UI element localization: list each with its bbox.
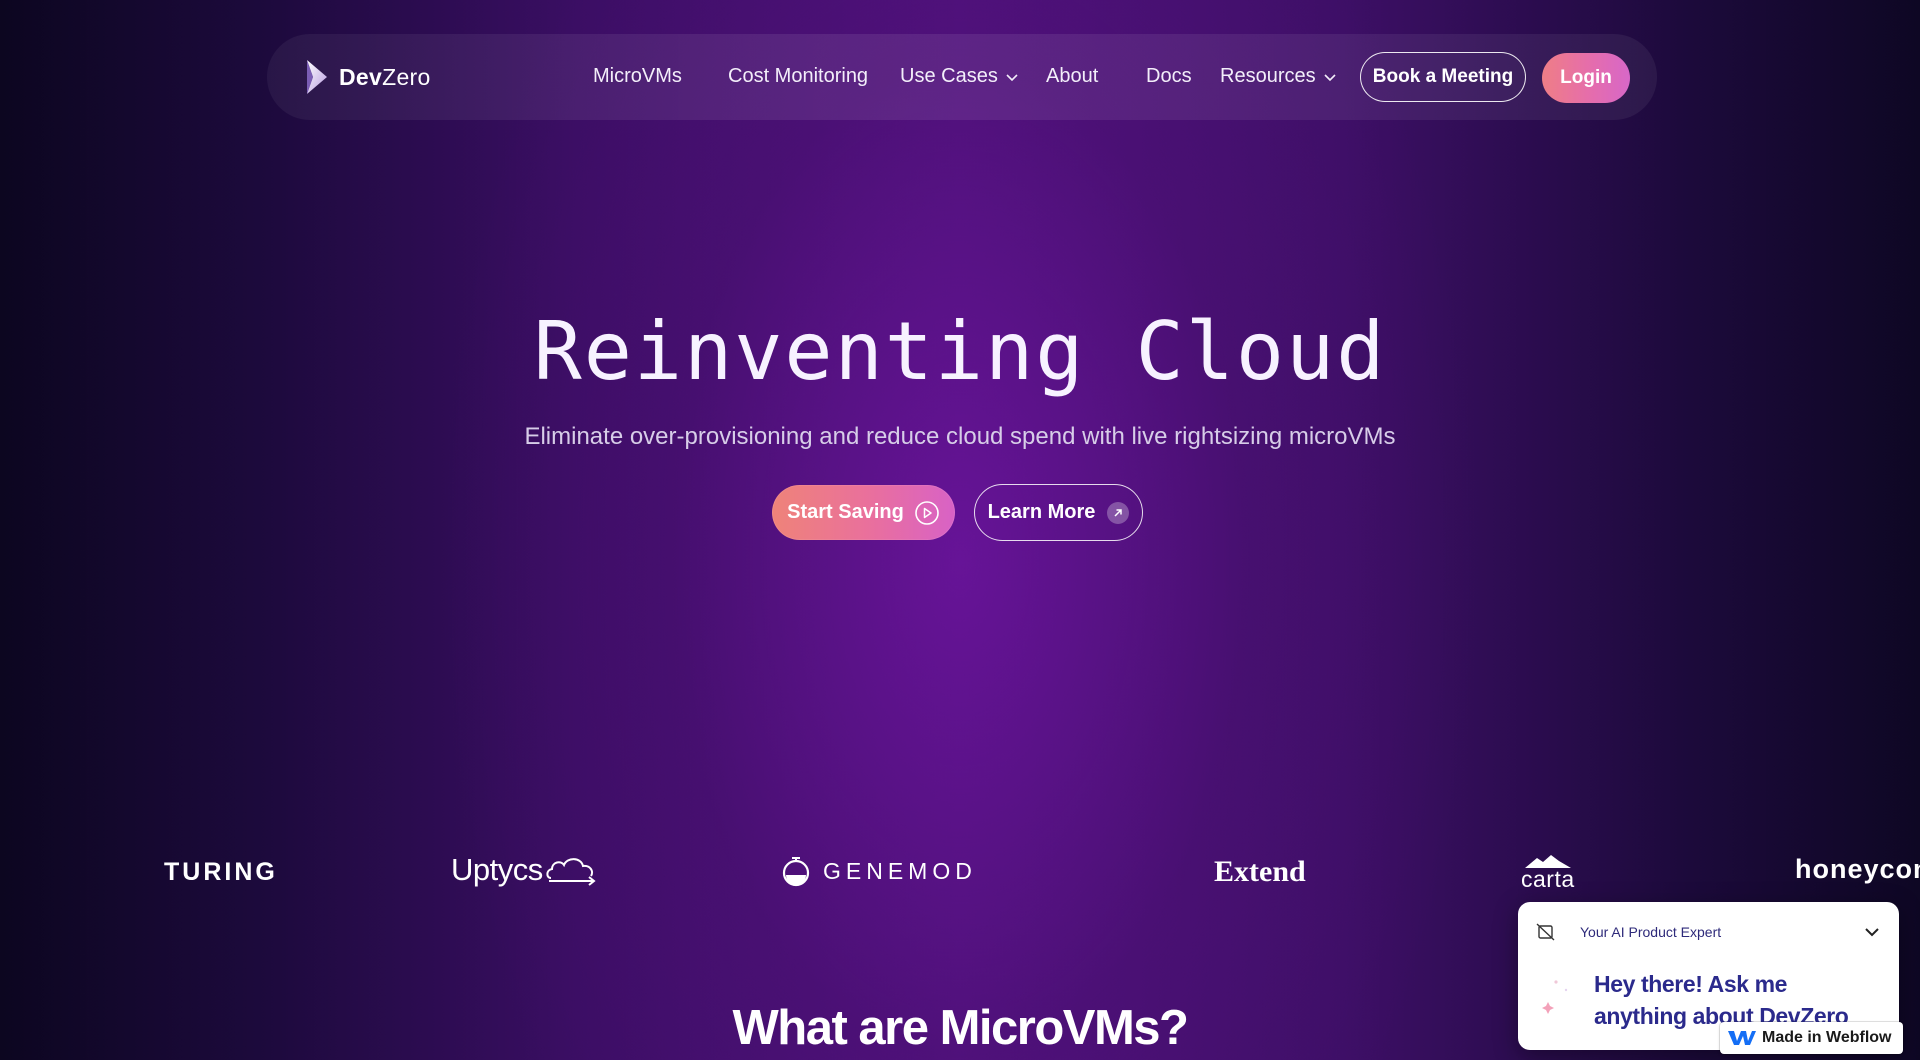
nav-item-resources[interactable]: Resources: [1220, 65, 1337, 88]
brand-name-regular: Zero: [382, 63, 431, 90]
chat-bubble-icon: [1536, 923, 1555, 941]
webflow-badge-label: Made in Webflow: [1762, 1029, 1892, 1046]
client-logo-carta: carta: [1521, 854, 1575, 893]
login-button[interactable]: Login: [1542, 53, 1630, 103]
nav-item-cost-monitoring[interactable]: Cost Monitoring: [728, 65, 868, 88]
play-circle-icon: [915, 500, 939, 525]
hero-subtitle: Eliminate over-provisioning and reduce c…: [524, 423, 1396, 450]
nav-item-label: About: [1046, 65, 1099, 87]
learn-more-button[interactable]: Learn More: [974, 484, 1143, 541]
sparkle-icon: [1542, 980, 1568, 1014]
client-logo-carta-text: carta: [1521, 866, 1575, 892]
client-logo-turing: TURING: [164, 858, 278, 886]
chat-header[interactable]: Your AI Product Expert: [1536, 920, 1881, 944]
book-meeting-button[interactable]: Book a Meeting: [1360, 52, 1526, 102]
nav-item-label: Use Cases: [900, 65, 998, 87]
webflow-badge[interactable]: Made in Webflow: [1720, 1022, 1903, 1054]
client-logo-genemod-text: GENEMOD: [823, 857, 977, 884]
brand-name-bold: Dev: [339, 63, 383, 90]
webflow-logo-icon: [1728, 1031, 1756, 1045]
client-logo-honeycomb: honeycomb: [1795, 854, 1920, 884]
chevron-down-icon: [1324, 73, 1336, 81]
chevron-down-icon[interactable]: [1863, 923, 1881, 941]
learn-more-label: Learn More: [987, 501, 1096, 523]
nav-item-about[interactable]: About: [1046, 65, 1098, 88]
nav-item-microvms[interactable]: MicroVMs: [593, 65, 682, 88]
client-logo-uptycs: Uptycs: [451, 852, 599, 888]
start-saving-button[interactable]: Start Saving: [772, 485, 955, 540]
nav-item-docs[interactable]: Docs: [1146, 65, 1192, 88]
client-logo-extend: Extend: [1214, 855, 1306, 888]
cloud-icon: [546, 858, 596, 886]
nav-item-label: Docs: [1146, 65, 1192, 87]
start-saving-label: Start Saving: [787, 501, 904, 523]
client-logo-genemod: GENEMOD: [781, 855, 977, 887]
nav-item-label: Cost Monitoring: [728, 65, 869, 87]
arrow-up-right-icon: [1107, 501, 1130, 524]
nav-item-label: Resources: [1220, 65, 1316, 87]
brand-name: DevZero: [339, 64, 431, 91]
brand-logo-link[interactable]: DevZero: [305, 58, 431, 96]
nav-item-label: MicroVMs: [593, 65, 682, 87]
chevron-down-icon: [1006, 73, 1018, 81]
client-logo-uptycs-text: Uptycs: [451, 852, 543, 887]
page: DevZero MicroVMs Cost Monitoring Use Cas…: [0, 0, 1920, 1060]
nav-item-use-cases[interactable]: Use Cases: [900, 65, 1019, 88]
top-navigation: DevZero MicroVMs Cost Monitoring Use Cas…: [267, 34, 1657, 120]
devzero-logo-icon: [307, 60, 327, 94]
hero-title: Reinventing Cloud: [533, 305, 1387, 398]
flask-icon: [782, 857, 810, 887]
chat-header-label: Your AI Product Expert: [1580, 924, 1722, 940]
